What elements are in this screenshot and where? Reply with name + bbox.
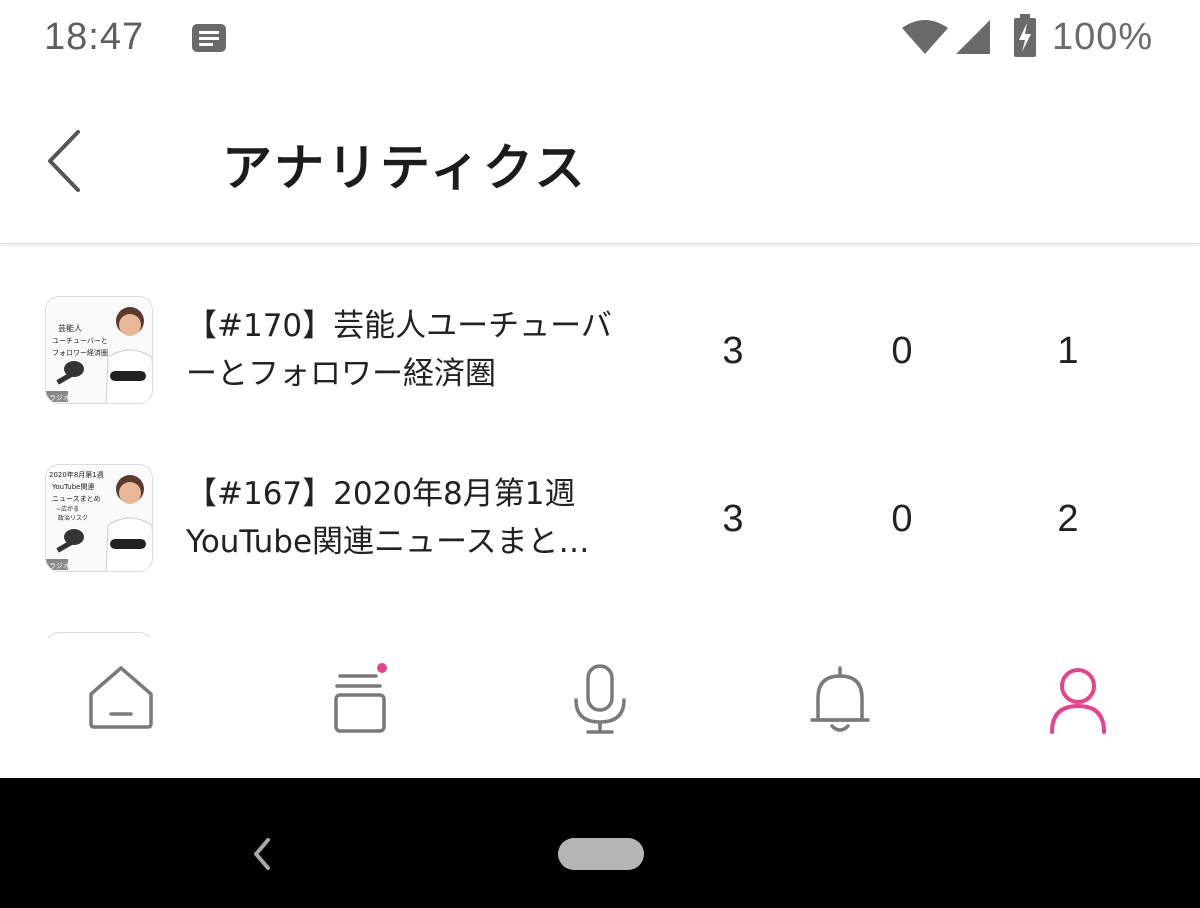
stat-value: 2: [1057, 498, 1079, 540]
stat-value: 3: [722, 498, 744, 540]
bottom-nav: [0, 638, 1200, 778]
wifi-icon: [900, 18, 950, 56]
thumb-text-line: フォロワー経済圏: [52, 348, 108, 357]
thumb-text-line: ニュースまとめ: [52, 495, 101, 503]
thumb-text-line: ~広がる: [56, 505, 79, 513]
thumb-text-line: 芸能人: [58, 323, 82, 333]
library-icon: [334, 663, 387, 733]
page-title: アナリティクス: [222, 139, 588, 197]
signal-icon: [954, 18, 992, 56]
status-time: 18:47: [44, 16, 145, 58]
list-item[interactable]: 2020年8月第1週 YouTube関連 ニュースまとめ ~広がる 政治リスク …: [0, 414, 1200, 582]
badge-dot: [377, 663, 387, 673]
system-back-button[interactable]: [242, 834, 282, 874]
list-item[interactable]: [0, 582, 1200, 638]
bell-icon: [810, 666, 870, 732]
profile-icon: [1050, 668, 1106, 734]
microphone-icon: [574, 664, 626, 734]
nav-record[interactable]: [560, 660, 640, 740]
thumb-tag: ラジオ: [49, 394, 70, 402]
episode-thumbnail: 2020年8月第1週 YouTube関連 ニュースまとめ ~広がる 政治リスク …: [45, 464, 153, 572]
nav-notifications[interactable]: [800, 660, 880, 740]
episode-list[interactable]: 芸能人 ユーチューバーと フォロワー経済圏 ラジオ 【#170】芸能人ユーチュー…: [0, 246, 1200, 638]
status-bar: 18:47 100%: [0, 0, 1200, 80]
chevron-left-icon: [48, 130, 80, 192]
nav-library[interactable]: [320, 660, 400, 740]
stat-value: 0: [891, 498, 913, 540]
system-back-icon: [254, 838, 270, 870]
episode-title-line: ーとフォロワー経済圏: [186, 356, 496, 392]
list-item[interactable]: 芸能人 ユーチューバーと フォロワー経済圏 ラジオ 【#170】芸能人ユーチュー…: [0, 246, 1200, 414]
episode-title-line: 【#170】芸能人ユーチューバ: [186, 308, 612, 344]
episode-title: 【#170】芸能人ユーチューバ ーとフォロワー経済圏: [186, 302, 656, 398]
stat-value: 0: [891, 330, 913, 372]
episode-title-line: 【#167】2020年8月第1週: [186, 476, 576, 512]
thumb-text-line: ユーチューバーと: [52, 337, 108, 345]
thumb-tag: ラジオ: [49, 562, 70, 570]
system-nav-bar: [0, 778, 1200, 908]
episode-title: 【#167】2020年8月第1週 YouTube関連ニュースまと…: [186, 470, 656, 566]
nav-home[interactable]: [81, 660, 161, 740]
notification-icon: [190, 22, 228, 54]
stat-value: 1: [1057, 330, 1079, 372]
episode-title-line: YouTube関連ニュースまと…: [186, 524, 590, 560]
thumb-text-line: 2020年8月第1週: [49, 470, 104, 479]
system-home-button[interactable]: [558, 838, 644, 870]
back-button[interactable]: [40, 126, 92, 196]
thumb-text-line: 政治リスク: [58, 514, 88, 522]
stat-value: 3: [722, 330, 744, 372]
thumb-text-line: YouTube関連: [51, 482, 94, 491]
battery-charging-icon: [1013, 14, 1037, 58]
episode-thumbnail: 芸能人 ユーチューバーと フォロワー経済圏 ラジオ: [45, 296, 153, 404]
home-icon: [89, 666, 153, 729]
battery-percent: 100%: [1052, 16, 1154, 58]
app-header: アナリティクス: [0, 80, 1200, 244]
nav-profile[interactable]: [1038, 660, 1118, 740]
